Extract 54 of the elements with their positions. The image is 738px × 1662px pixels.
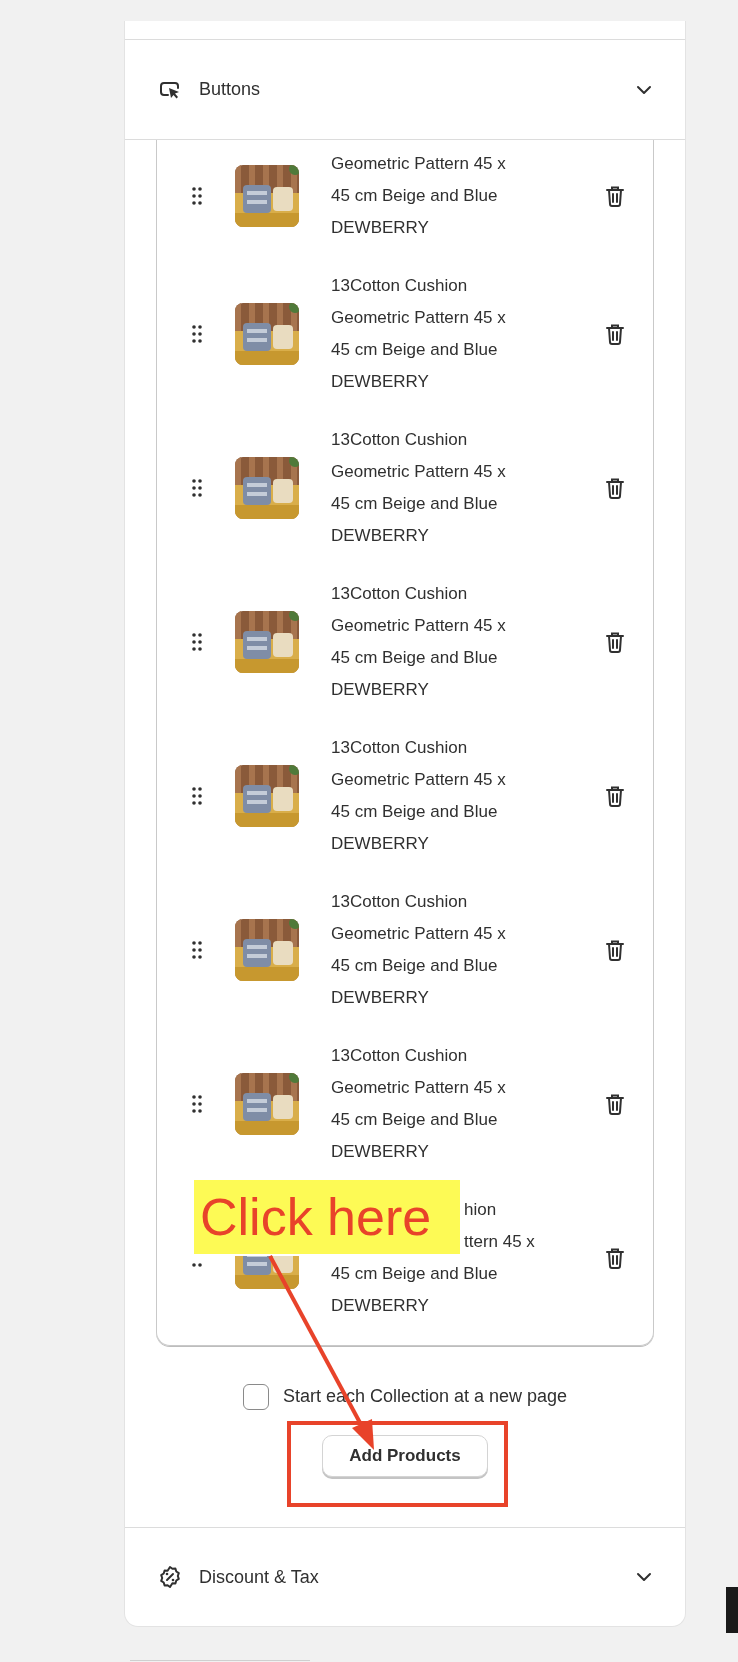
- trash-icon[interactable]: [605, 323, 625, 345]
- product-title-line: DEWBERRY: [331, 371, 430, 393]
- product-title-line: Geometric Pattern 45 x: [331, 307, 507, 329]
- product-title-line: DEWBERRY: [331, 833, 430, 855]
- trash-icon[interactable]: [605, 939, 625, 961]
- product-title-line: hion: [464, 1199, 498, 1221]
- product-title-line: Geometric Pattern 45 x: [331, 923, 507, 945]
- trash-icon[interactable]: [605, 631, 625, 653]
- trash-icon[interactable]: [605, 785, 625, 807]
- drag-handle-icon[interactable]: [192, 633, 202, 651]
- callout-text: Click here: [200, 1191, 432, 1243]
- discount-badge-icon: [158, 1565, 182, 1589]
- product-title-line: DEWBERRY: [331, 217, 430, 239]
- checkbox[interactable]: [242, 1383, 269, 1410]
- trash-icon[interactable]: [605, 1093, 625, 1115]
- product-title-line: DEWBERRY: [331, 679, 430, 701]
- panel-edge: [726, 1587, 738, 1633]
- section-header[interactable]: Discount & Tax: [125, 1528, 685, 1626]
- product-title-line: 45 cm Beige and Blue: [331, 339, 499, 361]
- drag-handle-icon[interactable]: [192, 787, 202, 805]
- product-title-line: 13Cotton Cushion: [331, 583, 469, 605]
- drag-handle-icon[interactable]: [192, 941, 202, 959]
- product-title-line: ttern 45 x: [464, 1231, 536, 1253]
- product-title-line: 13Cotton Cushion: [331, 429, 469, 451]
- product-title-line: DEWBERRY: [331, 525, 430, 547]
- drag-handle-icon[interactable]: [192, 1095, 202, 1113]
- product-title-line: DEWBERRY: [331, 1295, 430, 1317]
- product-title-line: 45 cm Beige and Blue: [331, 647, 499, 669]
- product-title-line: 45 cm Beige and Blue: [331, 185, 499, 207]
- drag-handle-icon[interactable]: [192, 1263, 202, 1267]
- product-title-line: Geometric Pattern 45 x: [331, 769, 507, 791]
- section-header[interactable]: Buttons: [125, 40, 685, 139]
- trash-icon[interactable]: [605, 1247, 625, 1269]
- product-title-line: 45 cm Beige and Blue: [331, 955, 499, 977]
- product-title-line: 13Cotton Cushion: [331, 275, 469, 297]
- product-title-line: 13Cotton Cushion: [331, 737, 469, 759]
- product-title-line: 45 cm Beige and Blue: [331, 1263, 499, 1285]
- product-title-line: DEWBERRY: [331, 1141, 430, 1163]
- product-title-line: 45 cm Beige and Blue: [331, 801, 499, 823]
- trash-icon[interactable]: [605, 477, 625, 499]
- drag-handle-icon[interactable]: [192, 479, 202, 497]
- product-title-line: DEWBERRY: [331, 987, 430, 1009]
- drag-handle-icon[interactable]: [192, 187, 202, 205]
- product-title-line: 13Cotton Cushion: [331, 1045, 469, 1067]
- product-title-line: 13Cotton Cushion: [331, 891, 469, 913]
- product-title-line: Geometric Pattern 45 x: [331, 461, 507, 483]
- product-title-line: Geometric Pattern 45 x: [331, 153, 507, 175]
- trash-icon[interactable]: [605, 185, 625, 207]
- product-title-line: Geometric Pattern 45 x: [331, 615, 507, 637]
- drag-handle-icon[interactable]: [192, 325, 202, 343]
- product-title-line: Geometric Pattern 45 x: [331, 1077, 507, 1099]
- product-title-line: 45 cm Beige and Blue: [331, 493, 499, 515]
- product-title-line: 45 cm Beige and Blue: [331, 1109, 499, 1131]
- add-products-button[interactable]: Add Products: [322, 1435, 488, 1477]
